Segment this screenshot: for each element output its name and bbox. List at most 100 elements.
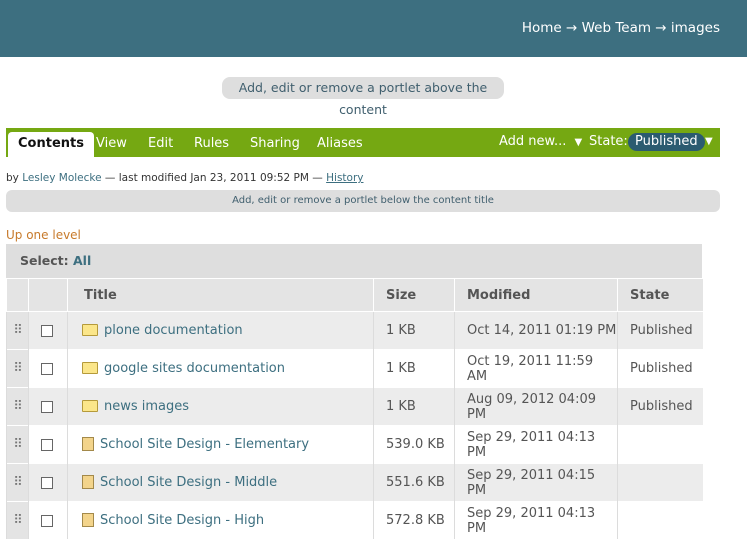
breadcrumb-separator: → [655,20,667,36]
row-size: 551.6 KB [373,463,455,502]
row-checkbox[interactable] [41,400,53,413]
folder-icon [82,399,98,412]
breadcrumb: Home → Web Team → images [522,20,720,36]
drag-handle[interactable]: ⠿ [6,349,29,388]
site-header: Home → Web Team → images [0,0,747,57]
row-title-cell: news images [67,387,374,426]
drag-grip-icon: ⠿ [13,513,22,528]
row-title-link[interactable]: plone documentation [104,323,243,338]
row-size: 539.0 KB [373,425,455,464]
row-size: 1 KB [373,387,455,426]
row-state: Published [617,349,703,388]
row-checkbox[interactable] [41,476,53,489]
row-checkbox-cell [28,387,68,426]
table-row: ⠿ School Site Design - Middle 551.6 KB Sep … [6,463,703,502]
image-file-icon [82,474,94,489]
chevron-down-icon: ▼ [574,137,583,148]
row-checkbox-cell [28,349,68,388]
tab-sharing[interactable]: Sharing [250,132,300,157]
add-new-label: Add new... [499,134,567,149]
breadcrumb-web-team[interactable]: Web Team [582,20,651,36]
tab-contents[interactable]: Contents [8,132,94,157]
row-modified: Oct 19, 2011 11:59 AM [454,349,618,388]
content-tabs: Contents View Edit Rules Sharing Aliases… [6,128,720,157]
up-one-level-link[interactable]: Up one level [6,228,81,242]
row-title-link[interactable]: google sites documentation [104,361,285,376]
row-modified: Sep 29, 2011 04:15 PM [454,463,618,502]
column-header-title[interactable]: Title [67,278,374,312]
row-state: Published [617,387,703,426]
row-title-link[interactable]: School Site Design - Middle [100,475,277,490]
row-state: Published [617,311,703,350]
history-link[interactable]: History [326,172,363,184]
row-state [617,463,703,502]
table-row: ⠿ School Site Design - High 572.8 KB Sep 29… [6,501,703,539]
drag-handle[interactable]: ⠿ [6,311,29,350]
tab-view[interactable]: View [96,132,127,157]
manage-portlets-below-button[interactable]: Add, edit or remove a portlet below the … [6,190,720,212]
row-title-link[interactable]: School Site Design - High [100,513,264,528]
breadcrumb-current[interactable]: images [671,20,720,36]
table-row: ⠿ google sites documentation 1 KB Oct 19, 2… [6,349,703,388]
row-title-link[interactable]: School Site Design - Elementary [100,437,309,452]
manage-portlets-above-button[interactable]: Add, edit or remove a portlet above the … [222,77,504,117]
tab-edit[interactable]: Edit [148,132,173,157]
row-state [617,501,703,539]
row-checkbox-cell [28,463,68,502]
chevron-down-icon[interactable]: ▼ [705,132,713,152]
tab-rules[interactable]: Rules [194,132,229,157]
state-menu[interactable]: Published [628,133,705,151]
row-checkbox[interactable] [41,438,53,451]
drag-grip-icon: ⠿ [13,323,22,338]
byline-modified: — last modified Jan 23, 2011 09:52 PM — [104,172,323,184]
row-title-cell: School Site Design - Middle [67,463,374,502]
row-checkbox-cell [28,311,68,350]
row-title-cell: google sites documentation [67,349,374,388]
folder-contents-listing: Select: All Title Size Modified State ⠿ p… [6,244,703,539]
image-file-icon [82,512,94,527]
drag-handle[interactable]: ⠿ [6,463,29,502]
column-header-state[interactable]: State [617,278,703,312]
row-title-link[interactable]: news images [104,399,189,414]
document-byline: by Lesley Molecke — last modified Jan 23… [6,172,363,184]
drag-handle[interactable]: ⠿ [6,425,29,464]
row-checkbox[interactable] [41,514,53,527]
drag-handle[interactable]: ⠿ [6,501,29,539]
author-link[interactable]: Lesley Molecke [22,172,101,184]
select-all-link[interactable]: All [73,253,91,268]
row-title-cell: School Site Design - High [67,501,374,539]
drag-column-header [6,278,29,312]
breadcrumb-separator: → [565,20,578,36]
row-checkbox[interactable] [41,324,53,337]
row-modified: Sep 29, 2011 04:13 PM [454,501,618,539]
image-file-icon [82,436,94,451]
breadcrumb-home[interactable]: Home [522,20,562,36]
drag-grip-icon: ⠿ [13,475,22,490]
drag-grip-icon: ⠿ [13,361,22,376]
row-checkbox-cell [28,425,68,464]
row-checkbox-cell [28,501,68,539]
row-size: 1 KB [373,349,455,388]
row-modified: Oct 14, 2011 01:19 PM [454,311,618,350]
row-size: 572.8 KB [373,501,455,539]
row-modified: Sep 29, 2011 04:13 PM [454,425,618,464]
add-new-menu[interactable]: Add new... ▼ [499,132,582,153]
row-modified: Aug 09, 2012 04:09 PM [454,387,618,426]
column-header-size[interactable]: Size [373,278,455,312]
select-label: Select: [20,253,69,268]
folder-icon [82,323,98,336]
drag-handle[interactable]: ⠿ [6,387,29,426]
column-header-modified[interactable]: Modified [454,278,618,312]
contents-table: Title Size Modified State ⠿ plone documen… [6,278,703,539]
row-checkbox[interactable] [41,362,53,375]
state-label: State: [589,134,628,149]
byline-by: by [6,172,19,184]
table-row: ⠿ plone documentation 1 KB Oct 14, 2011 01:… [6,311,703,350]
drag-grip-icon: ⠿ [13,399,22,414]
row-size: 1 KB [373,311,455,350]
table-row: ⠿ news images 1 KB Aug 09, 2012 04:09 PM Pub… [6,387,703,426]
tab-aliases[interactable]: Aliases [317,132,363,157]
select-row: Select: All [6,244,702,278]
row-state [617,425,703,464]
folder-icon [82,361,98,374]
